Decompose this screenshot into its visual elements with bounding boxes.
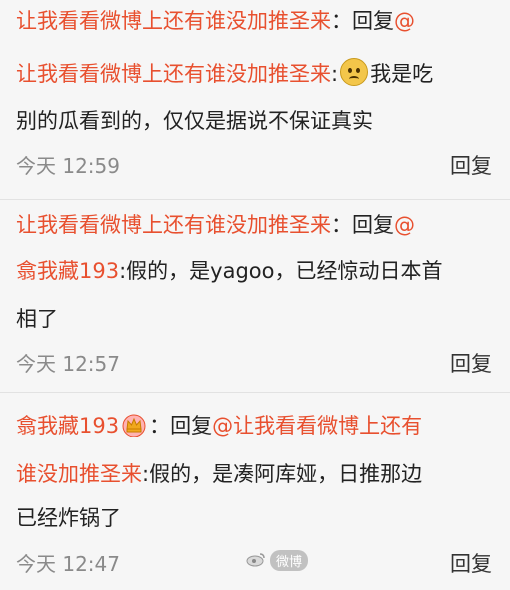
watermark: 微博 [270,550,309,571]
comment-text: :假的，是yagoo，已经惊动日本首 [119,259,443,283]
comment-text-line: 别的瓜看到的，仅仅是据说不保证真实 [16,106,498,136]
comment-text-line: 让我看看微博上还有谁没加推圣来：回复@ [16,6,498,36]
comment-item: 让我看看微博上还有谁没加推圣来：回复@ 让我看看微博上还有谁没加推圣来: 我是吃 … [0,0,510,200]
mention-link[interactable]: @让我看看微博上还有 [212,414,422,438]
mention-link[interactable]: @ [394,213,415,237]
comment-author-link[interactable]: 让我看看微博上还有谁没加推圣来 [16,213,331,237]
comment-text-line: 已经炸锅了 [16,503,498,533]
comment-time: 今天 12:59 [16,154,120,178]
comment-text: :假的，是凑阿库娅，日推那边 [142,462,423,486]
mention-link[interactable]: 谁没加推圣来 [16,462,142,486]
comment-author-link[interactable]: 让我看看微博上还有谁没加推圣来 [16,9,331,33]
comment-text: 已经炸锅了 [16,506,121,530]
comment-text-line: 让我看看微博上还有谁没加推圣来：回复@ [16,210,498,240]
reply-prefix: ：回复 [331,213,394,237]
reply-button[interactable]: 回复 [450,150,492,180]
separator: : [331,62,339,86]
comment-time: 今天 12:57 [16,352,120,376]
pensive-face-icon [340,58,369,86]
comment-text-line: 翕我藏193 ：回复@让我看看微博上还有 [16,411,498,441]
comment-text: 相了 [16,307,58,331]
reply-button[interactable]: 回复 [450,348,492,378]
comment-text: 别的瓜看到的，仅仅是据说不保证真实 [16,109,373,133]
mention-link[interactable]: 让我看看微博上还有谁没加推圣来 [16,62,331,86]
mention-link[interactable]: @ [394,9,415,33]
comment-text-line: 谁没加推圣来:假的，是凑阿库娅，日推那边 [16,459,498,489]
comment-item: 让我看看微博上还有谁没加推圣来：回复@ 翕我藏193:假的，是yagoo，已经惊… [0,200,510,393]
reply-prefix: ：回复 [331,9,394,33]
reply-button[interactable]: 回复 [450,548,492,578]
reply-prefix: ：回复 [149,414,213,438]
comment-text-line: 相了 [16,304,498,334]
comment-text-line: 让我看看微博上还有谁没加推圣来: 我是吃 [16,58,498,89]
weibo-logo-icon [246,553,265,567]
comment-text-line: 翕我藏193:假的，是yagoo，已经惊动日本首 [16,256,498,286]
comment-text: 我是吃 [370,62,434,86]
crown-icon [122,414,146,437]
comment-author-link[interactable]: 翕我藏193 [16,414,119,438]
mention-link[interactable]: 翕我藏193 [16,259,119,283]
